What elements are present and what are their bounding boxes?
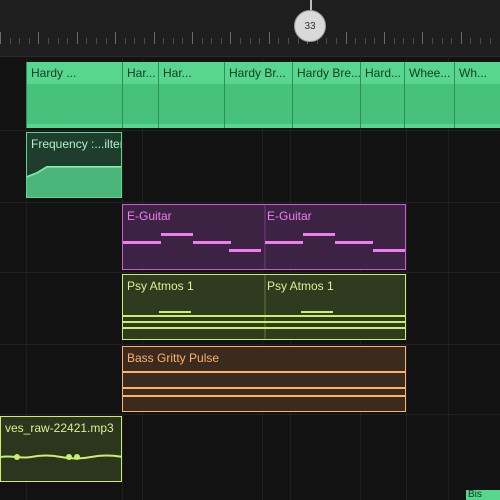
ruler-tick — [364, 38, 366, 44]
psy-atmos-clip[interactable]: Psy Atmos 1 Psy Atmos 1 — [122, 274, 406, 340]
ruler-tick — [163, 38, 165, 44]
audio-segment-label: Hard... — [365, 66, 402, 80]
ruler-tick — [220, 38, 222, 44]
playhead-line — [310, 0, 312, 10]
ruler-tick — [374, 38, 376, 44]
ruler-tick — [172, 38, 174, 44]
ruler-tick — [86, 38, 88, 44]
audio-segment-label: Har... — [127, 66, 156, 80]
ruler-tick — [76, 32, 78, 44]
ruler-tick — [67, 38, 69, 44]
audio-segment-label: Har... — [163, 66, 192, 80]
ruler-tick — [451, 38, 453, 44]
psy-label-2: Psy Atmos 1 — [267, 279, 334, 293]
ruler-tick — [9, 38, 11, 44]
ruler-tick — [249, 38, 251, 44]
audio-segment-label: Hardy Bre... — [297, 66, 362, 80]
eguitar-label-2: E-Guitar — [267, 209, 312, 223]
arrangement-view: 33 Hardy ... Har... Har... Hardy Br... Hardy… — [0, 0, 500, 500]
ruler-tick — [470, 38, 472, 44]
bottom-right-clip[interactable]: Bis — [466, 490, 500, 500]
ruler-tick — [460, 32, 462, 44]
ruler-tick — [355, 38, 357, 44]
audio-segment[interactable]: Har... — [122, 62, 159, 128]
ruler-tick — [38, 32, 40, 44]
ruler-tick — [480, 38, 481, 44]
audio-segment[interactable]: Hardy Br... — [224, 62, 293, 128]
ruler-tick — [403, 38, 405, 44]
ruler-tick — [201, 38, 203, 44]
ruler-tick — [489, 38, 491, 44]
ruler-tick — [153, 32, 155, 44]
audio-segment-label: Wh... — [459, 66, 488, 80]
audio-segment-label: Whee... — [409, 66, 451, 80]
audio-segment[interactable]: Har... — [158, 62, 225, 128]
ruler-tick — [28, 38, 30, 44]
ruler-tick — [326, 38, 328, 44]
eguitar-clip[interactable]: E-Guitar E-Guitar — [122, 204, 406, 270]
ruler-tick — [105, 38, 107, 44]
grid-line-horizontal — [0, 130, 500, 131]
frequency-automation-clip[interactable]: Frequency :...ilter — [26, 132, 122, 198]
grid-line-horizontal — [0, 414, 500, 415]
audio-segment-label: Hardy Br... — [229, 66, 286, 80]
ruler-tick — [192, 32, 193, 44]
automation-label: Frequency :...ilter — [31, 137, 122, 151]
ruler-tick — [441, 38, 443, 44]
ruler-tick — [259, 38, 261, 44]
bottom-right-label: Bis — [468, 490, 482, 500]
grid-line-horizontal — [0, 344, 500, 345]
audio-track-main-clip[interactable]: Hardy ... Har... Har... Hardy Br... Hardy Br… — [26, 62, 500, 128]
ruler-tick — [422, 32, 424, 44]
ruler-tick — [48, 38, 49, 44]
ruler-tick — [19, 38, 21, 44]
ruler-tick — [134, 38, 136, 44]
eguitar-label-1: E-Guitar — [127, 209, 172, 223]
ruler-tick — [230, 32, 232, 44]
ruler-tick — [240, 38, 241, 44]
audio-segment[interactable]: Hardy Bre... — [292, 62, 361, 128]
ruler-tick — [412, 38, 414, 44]
ruler-tick — [393, 38, 395, 44]
ruler-tick — [297, 38, 299, 44]
ruler-tick — [182, 38, 184, 44]
ruler-tick — [57, 38, 59, 44]
audio-segment[interactable]: Hardy ... — [26, 62, 123, 128]
playhead-marker[interactable]: 33 — [294, 10, 326, 42]
ruler-tick — [144, 38, 145, 44]
ruler-tick — [336, 38, 337, 44]
audio-segment[interactable]: Whee... — [404, 62, 455, 128]
ruler-tick — [0, 32, 1, 44]
ruler-tick — [288, 38, 289, 44]
ruler-tick — [268, 32, 270, 44]
grid-line-horizontal — [0, 272, 500, 273]
ruler-tick — [384, 32, 385, 44]
audio-segment-label: Hardy ... — [31, 66, 77, 80]
ruler-tick — [345, 32, 347, 44]
ruler-tick — [211, 38, 213, 44]
ruler-tick — [432, 38, 433, 44]
timeline-ruler[interactable] — [0, 0, 500, 57]
ruler-tick — [96, 38, 97, 44]
ruler-tick — [124, 38, 126, 44]
bass-label: Bass Gritty Pulse — [127, 351, 220, 365]
ruler-tick — [115, 32, 117, 44]
bass-gritty-pulse-clip[interactable]: Bass Gritty Pulse — [122, 346, 406, 412]
ruler-tick — [278, 38, 280, 44]
psy-label-1: Psy Atmos 1 — [127, 279, 194, 293]
audio-segment[interactable]: Wh... — [454, 62, 500, 128]
audio-segment[interactable]: Hard... — [360, 62, 405, 128]
grid-line-horizontal — [0, 202, 500, 203]
waves-label: ves_raw-22421.mp3 — [5, 421, 114, 435]
waves-raw-clip[interactable]: ves_raw-22421.mp3 — [0, 416, 122, 482]
